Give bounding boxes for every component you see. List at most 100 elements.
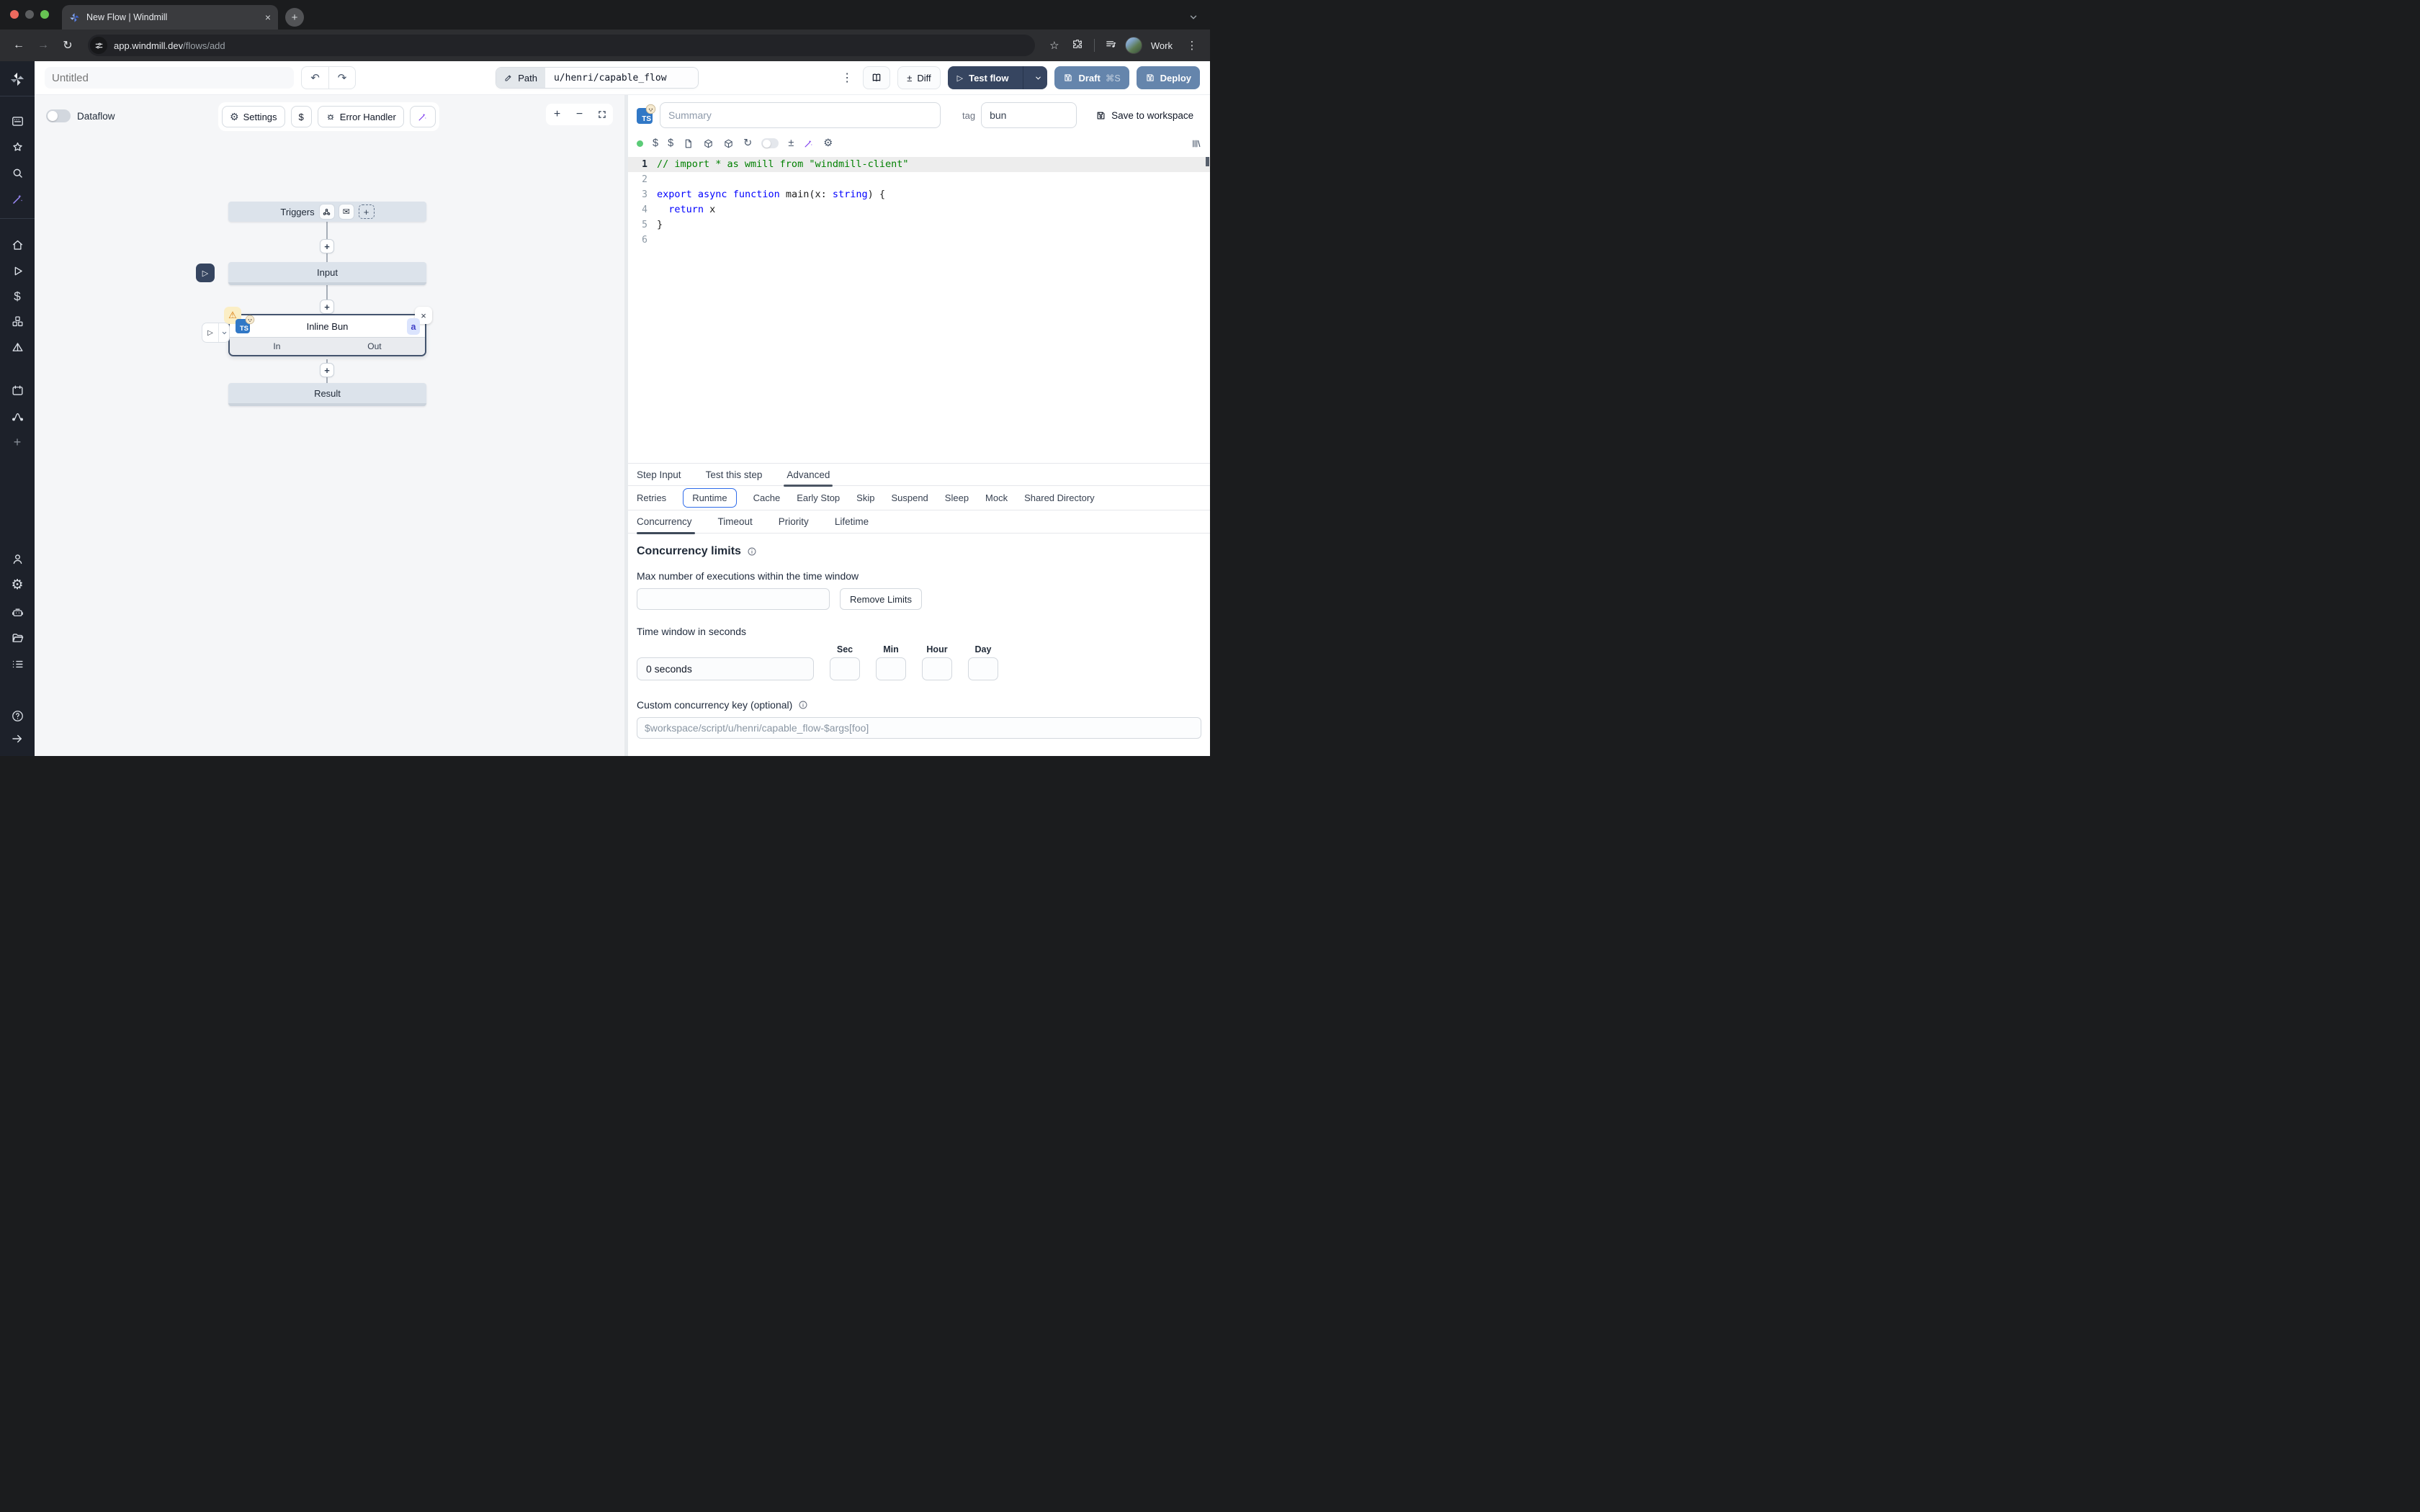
step-out-tab[interactable]: Out bbox=[367, 341, 381, 351]
help-icon[interactable] bbox=[0, 709, 35, 723]
subtab-sleep[interactable]: Sleep bbox=[945, 492, 969, 503]
dollar-var-icon[interactable]: $ bbox=[668, 138, 673, 149]
sidebar-item-calendar[interactable] bbox=[0, 384, 35, 397]
sidebar-add-icon[interactable]: + bbox=[0, 436, 35, 449]
code-line[interactable]: 4 return x bbox=[628, 202, 1210, 217]
forward-button[interactable]: → bbox=[33, 35, 53, 55]
media-controls-icon[interactable] bbox=[1102, 38, 1121, 53]
max-executions-input[interactable] bbox=[637, 588, 830, 610]
windmill-logo-icon[interactable] bbox=[0, 71, 35, 87]
subtab-suspend[interactable]: Suspend bbox=[891, 492, 928, 503]
sidebar-item-runs[interactable] bbox=[0, 264, 35, 278]
code-line[interactable]: 1// import * as wmill from "windmill-cli… bbox=[628, 157, 1210, 172]
sidebar-item-users[interactable] bbox=[0, 552, 35, 566]
favorites-star-icon[interactable] bbox=[0, 140, 35, 154]
tab-test-this-step[interactable]: Test this step bbox=[706, 463, 763, 486]
subtab-lifetime[interactable]: Lifetime bbox=[835, 510, 869, 534]
site-settings-icon[interactable] bbox=[90, 37, 107, 54]
zoom-window-button[interactable] bbox=[40, 10, 49, 19]
reload-button[interactable]: ↻ bbox=[58, 35, 78, 55]
code-line[interactable]: 2 bbox=[628, 172, 1210, 187]
address-bar[interactable]: app.windmill.dev/flows/add bbox=[88, 35, 1035, 56]
sidebar-item-home[interactable] bbox=[0, 238, 35, 252]
subtab-priority[interactable]: Priority bbox=[779, 510, 809, 534]
subtab-timeout[interactable]: Timeout bbox=[718, 510, 753, 534]
redo-button[interactable]: ↷ bbox=[328, 67, 355, 89]
diff-plusminus-icon[interactable]: ± bbox=[788, 138, 794, 149]
test-flow-button[interactable]: ▷ Test flow bbox=[948, 66, 1048, 89]
webhook-icon[interactable] bbox=[320, 204, 334, 219]
insert-step-button[interactable]: + bbox=[320, 363, 334, 377]
more-options-kebab-icon[interactable]: ⋮ bbox=[838, 71, 856, 85]
browser-tab[interactable]: New Flow | Windmill × bbox=[62, 5, 278, 30]
zoom-out-button[interactable]: − bbox=[568, 104, 591, 125]
new-tab-button[interactable]: + bbox=[285, 8, 304, 27]
add-trigger-button[interactable]: + bbox=[359, 204, 375, 219]
editor-toggle[interactable] bbox=[761, 138, 779, 148]
tab-step-input[interactable]: Step Input bbox=[637, 463, 681, 486]
ai-wand-icon[interactable] bbox=[0, 192, 35, 206]
dataflow-toggle[interactable] bbox=[46, 109, 71, 122]
minimize-window-button[interactable] bbox=[25, 10, 34, 19]
code-line[interactable]: 6 bbox=[628, 233, 1210, 248]
sidebar-item-workers[interactable] bbox=[0, 606, 35, 619]
subtab-runtime[interactable]: Runtime bbox=[683, 488, 736, 508]
test-flow-chevron[interactable] bbox=[1028, 66, 1047, 89]
insert-step-button[interactable]: + bbox=[320, 300, 334, 314]
draft-button[interactable]: Draft ⌘S bbox=[1054, 66, 1129, 89]
summary-input[interactable] bbox=[660, 102, 941, 128]
remove-limits-button[interactable]: Remove Limits bbox=[840, 588, 922, 610]
flow-settings-button[interactable]: ⚙ Settings bbox=[222, 106, 285, 127]
flow-name-input[interactable] bbox=[45, 67, 294, 89]
reload-icon[interactable]: ↻ bbox=[743, 138, 752, 149]
bookmark-star-icon[interactable]: ☆ bbox=[1045, 39, 1064, 52]
info-icon[interactable] bbox=[798, 700, 808, 710]
path-value-input[interactable]: u/henri/capable_flow bbox=[545, 68, 698, 88]
diff-button[interactable]: ± Diff bbox=[897, 66, 940, 89]
ai-flow-button[interactable] bbox=[410, 106, 436, 127]
sidebar-item-variables[interactable]: $ bbox=[0, 290, 35, 302]
subtab-cache[interactable]: Cache bbox=[753, 492, 781, 503]
input-node[interactable]: Input bbox=[228, 262, 426, 285]
custom-concurrency-key-input[interactable] bbox=[637, 717, 1201, 739]
subtab-shared-directory[interactable]: Shared Directory bbox=[1024, 492, 1095, 503]
fit-view-button[interactable] bbox=[591, 104, 613, 125]
sidebar-item-flows[interactable] bbox=[0, 410, 35, 423]
hour-input[interactable] bbox=[922, 657, 952, 680]
close-window-button[interactable] bbox=[10, 10, 19, 19]
zoom-in-button[interactable]: + bbox=[546, 104, 568, 125]
code-line[interactable]: 3export async function main(x: string) { bbox=[628, 187, 1210, 202]
profile-avatar[interactable] bbox=[1125, 37, 1142, 54]
step-header[interactable]: TS Inline Bun a bbox=[230, 315, 425, 337]
extensions-icon[interactable] bbox=[1068, 38, 1087, 53]
expand-sidebar-arrow-icon[interactable] bbox=[0, 732, 35, 745]
selected-step-node[interactable]: ⚠ × ▷ TS Inline Bun bbox=[228, 314, 426, 356]
insert-step-button[interactable]: + bbox=[320, 239, 334, 253]
tag-input[interactable] bbox=[981, 102, 1077, 128]
subtab-early-stop[interactable]: Early Stop bbox=[797, 492, 840, 503]
subtab-skip[interactable]: Skip bbox=[856, 492, 874, 503]
browser-menu-icon[interactable]: ⋮ bbox=[1183, 39, 1201, 52]
library-panel-icon[interactable] bbox=[1191, 138, 1201, 149]
deploy-button[interactable]: Deploy bbox=[1137, 66, 1200, 89]
code-line[interactable]: 5} bbox=[628, 217, 1210, 233]
sec-input[interactable] bbox=[830, 657, 860, 680]
subtab-concurrency[interactable]: Concurrency bbox=[637, 510, 692, 534]
flow-canvas[interactable]: Dataflow ⚙ Settings $ Error Handler bbox=[35, 95, 624, 756]
tab-close-icon[interactable]: × bbox=[265, 12, 271, 23]
sidebar-item-folders[interactable] bbox=[0, 631, 35, 645]
tab-search-chevron-icon[interactable] bbox=[1188, 12, 1198, 22]
sidebar-settings-gear-icon[interactable]: ⚙ bbox=[0, 578, 35, 592]
subtab-retries[interactable]: Retries bbox=[637, 492, 666, 503]
search-icon[interactable] bbox=[0, 166, 35, 180]
scrollbar-marker[interactable] bbox=[1206, 157, 1209, 166]
sidebar-item-resources[interactable] bbox=[0, 315, 35, 328]
min-input[interactable] bbox=[876, 657, 906, 680]
tab-advanced[interactable]: Advanced bbox=[786, 463, 830, 486]
triggers-node[interactable]: Triggers ✉ + bbox=[228, 202, 426, 222]
day-input[interactable] bbox=[968, 657, 998, 680]
script-file-icon[interactable] bbox=[683, 138, 694, 149]
sidebar-item-apps[interactable] bbox=[0, 114, 35, 128]
error-handler-button[interactable]: Error Handler bbox=[318, 106, 404, 127]
result-node[interactable]: Result bbox=[228, 383, 426, 406]
